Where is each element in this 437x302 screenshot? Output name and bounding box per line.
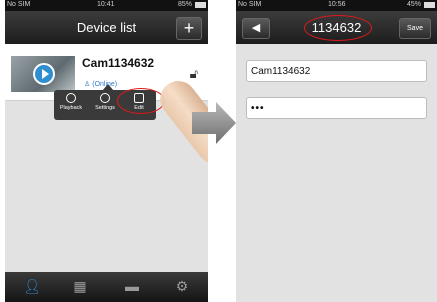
device-name: Cam1134632 bbox=[82, 56, 155, 70]
battery-percent: 45% bbox=[406, 1, 421, 8]
lock-icon[interactable]: 🔓︎ bbox=[190, 66, 198, 82]
settings-label: Settings bbox=[95, 105, 115, 111]
grid-icon[interactable]: ▦ bbox=[55, 278, 105, 295]
device-list-screen: No SIM 10:41 85% Device list + Cam113463… bbox=[5, 0, 208, 302]
nav-bar: Device list + bbox=[5, 11, 208, 44]
edit-device-screen: No SIM 10:56 45% ◀ 1134632 Save Cam11346… bbox=[236, 0, 437, 302]
transition-arrow-icon bbox=[192, 102, 236, 144]
camera-thumbnail[interactable] bbox=[11, 56, 75, 92]
clock: 10:56 bbox=[328, 1, 346, 8]
device-name-field[interactable]: Cam1134632 bbox=[246, 60, 427, 82]
edit-highlight-oval bbox=[117, 88, 165, 114]
nav-bar: ◀ 1134632 Save bbox=[236, 11, 437, 44]
title-highlight-oval bbox=[304, 15, 372, 41]
battery-icon bbox=[424, 2, 435, 8]
status-bar: No SIM 10:56 45% bbox=[236, 0, 437, 11]
carrier-label: No SIM bbox=[7, 1, 31, 8]
clock: 10:41 bbox=[97, 1, 115, 8]
password-field[interactable]: ••• bbox=[246, 97, 427, 119]
play-icon[interactable] bbox=[33, 63, 55, 85]
settings-button[interactable]: Settings bbox=[90, 93, 120, 111]
settings-gear-icon bbox=[100, 93, 110, 103]
gear-icon[interactable]: ⚙ bbox=[157, 278, 207, 295]
add-device-button[interactable]: + bbox=[176, 17, 202, 40]
save-button[interactable]: Save bbox=[399, 18, 431, 39]
battery-percent: 85% bbox=[177, 1, 192, 8]
tab-bar: 👤︎ ▦ ▬ ⚙ bbox=[5, 272, 208, 302]
person-icon[interactable]: 👤︎ bbox=[7, 278, 57, 295]
playback-icon bbox=[66, 93, 76, 103]
person-status-icon: ♙ bbox=[84, 81, 91, 88]
battery-icon bbox=[195, 2, 206, 8]
playback-label: Playback bbox=[59, 105, 83, 111]
playback-button[interactable]: Playback bbox=[56, 93, 86, 111]
status-bar: No SIM 10:41 85% bbox=[5, 0, 208, 11]
toolbox-icon[interactable]: ▬ bbox=[107, 278, 157, 294]
carrier-label: No SIM bbox=[238, 1, 262, 8]
